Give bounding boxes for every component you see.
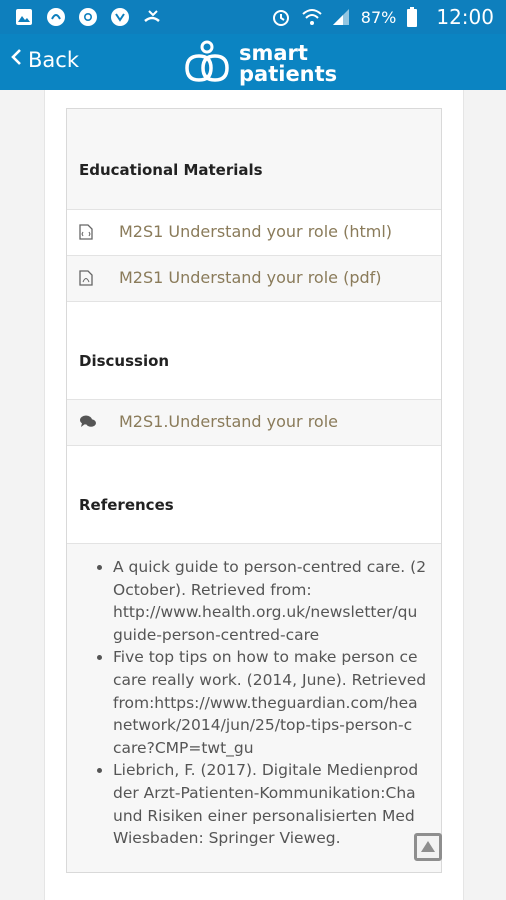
module-panel: Educational Materials M2S1 Understand yo… (66, 108, 442, 873)
missed-call-icon (142, 7, 162, 27)
app-icon (46, 7, 66, 27)
reference-item: Five top tips on how to make person ce c… (113, 646, 441, 759)
alarm-icon (271, 7, 291, 27)
reference-line: October). Retrieved from: (113, 580, 312, 599)
notification-icons (14, 7, 162, 27)
list-item[interactable]: M2S1 Understand your role (html) (67, 209, 441, 255)
references-header: References (67, 445, 441, 543)
scroll-to-top-button[interactable] (414, 833, 442, 861)
reference-line: Five top tips on how to make person ce (113, 648, 418, 667)
reference-line: care really work. (2014, June). Retrieve… (113, 670, 427, 689)
reference-item: Liebrich, F. (2017). Digitale Medienprod… (113, 759, 441, 849)
status-bar: 87% 12:00 (0, 0, 506, 34)
reference-line: care?CMP=twt_gu (113, 738, 254, 757)
chat-bubbles-icon (79, 414, 97, 430)
logo-text-patients: patients (239, 62, 338, 86)
reference-line: network/2014/jun/25/top-tips-person-c (113, 716, 413, 735)
discussion-link[interactable]: M2S1.Understand your role (119, 412, 338, 431)
reference-line: und Risiken einer personalisierten Med (113, 806, 415, 825)
reference-item: A quick guide to person-centred care. (2… (113, 556, 441, 646)
chrome-icon (78, 7, 98, 27)
signal-icon (331, 7, 351, 27)
list-item[interactable]: M2S1 Understand your role (pdf) (67, 255, 441, 301)
reference-line: A quick guide to person-centred care. (2 (113, 558, 427, 576)
material-link[interactable]: M2S1 Understand your role (pdf) (119, 268, 382, 287)
reference-line: from:https://www.theguardian.com/hea (113, 693, 418, 712)
reference-line: der Arzt-Patienten-Kommunikation:Cha (113, 783, 416, 802)
html-file-icon (79, 224, 93, 240)
smart-patients-logo: smart patients (183, 40, 337, 88)
educational-materials-header: Educational Materials (67, 109, 441, 209)
section-title: References (79, 496, 174, 514)
battery-percent: 87% (360, 7, 397, 27)
discussion-header: Discussion (67, 301, 441, 399)
reference-line: guide-person-centred-care (113, 625, 320, 644)
reference-line: http://www.health.org.uk/newsletter/qu (113, 603, 418, 622)
system-icons: 87% 12:00 (271, 5, 494, 29)
chevron-left-icon (10, 47, 22, 72)
list-item[interactable]: M2S1.Understand your role (67, 399, 441, 445)
app-icon (110, 7, 130, 27)
references-list: A quick guide to person-centred care. (2… (67, 543, 441, 872)
back-button[interactable]: Back (10, 47, 79, 72)
pdf-file-icon (79, 270, 93, 286)
reference-line: Liebrich, F. (2017). Digitale Medienprod (113, 761, 419, 780)
material-link[interactable]: M2S1 Understand your role (html) (119, 222, 392, 241)
back-label: Back (28, 47, 79, 72)
battery-icon (406, 7, 426, 27)
logo-mark-icon (183, 40, 231, 88)
app-bar: Back smart patients (0, 34, 506, 90)
reference-line: Wiesbaden: Springer Vieweg. (113, 829, 341, 848)
section-title: Discussion (79, 352, 170, 370)
section-title: Educational Materials (79, 161, 263, 179)
triangle-up-icon (417, 841, 439, 862)
clock: 12:00 (436, 5, 494, 29)
logo-text-smart: smart (239, 41, 308, 65)
gallery-icon (14, 7, 34, 27)
wifi-icon (301, 7, 322, 27)
